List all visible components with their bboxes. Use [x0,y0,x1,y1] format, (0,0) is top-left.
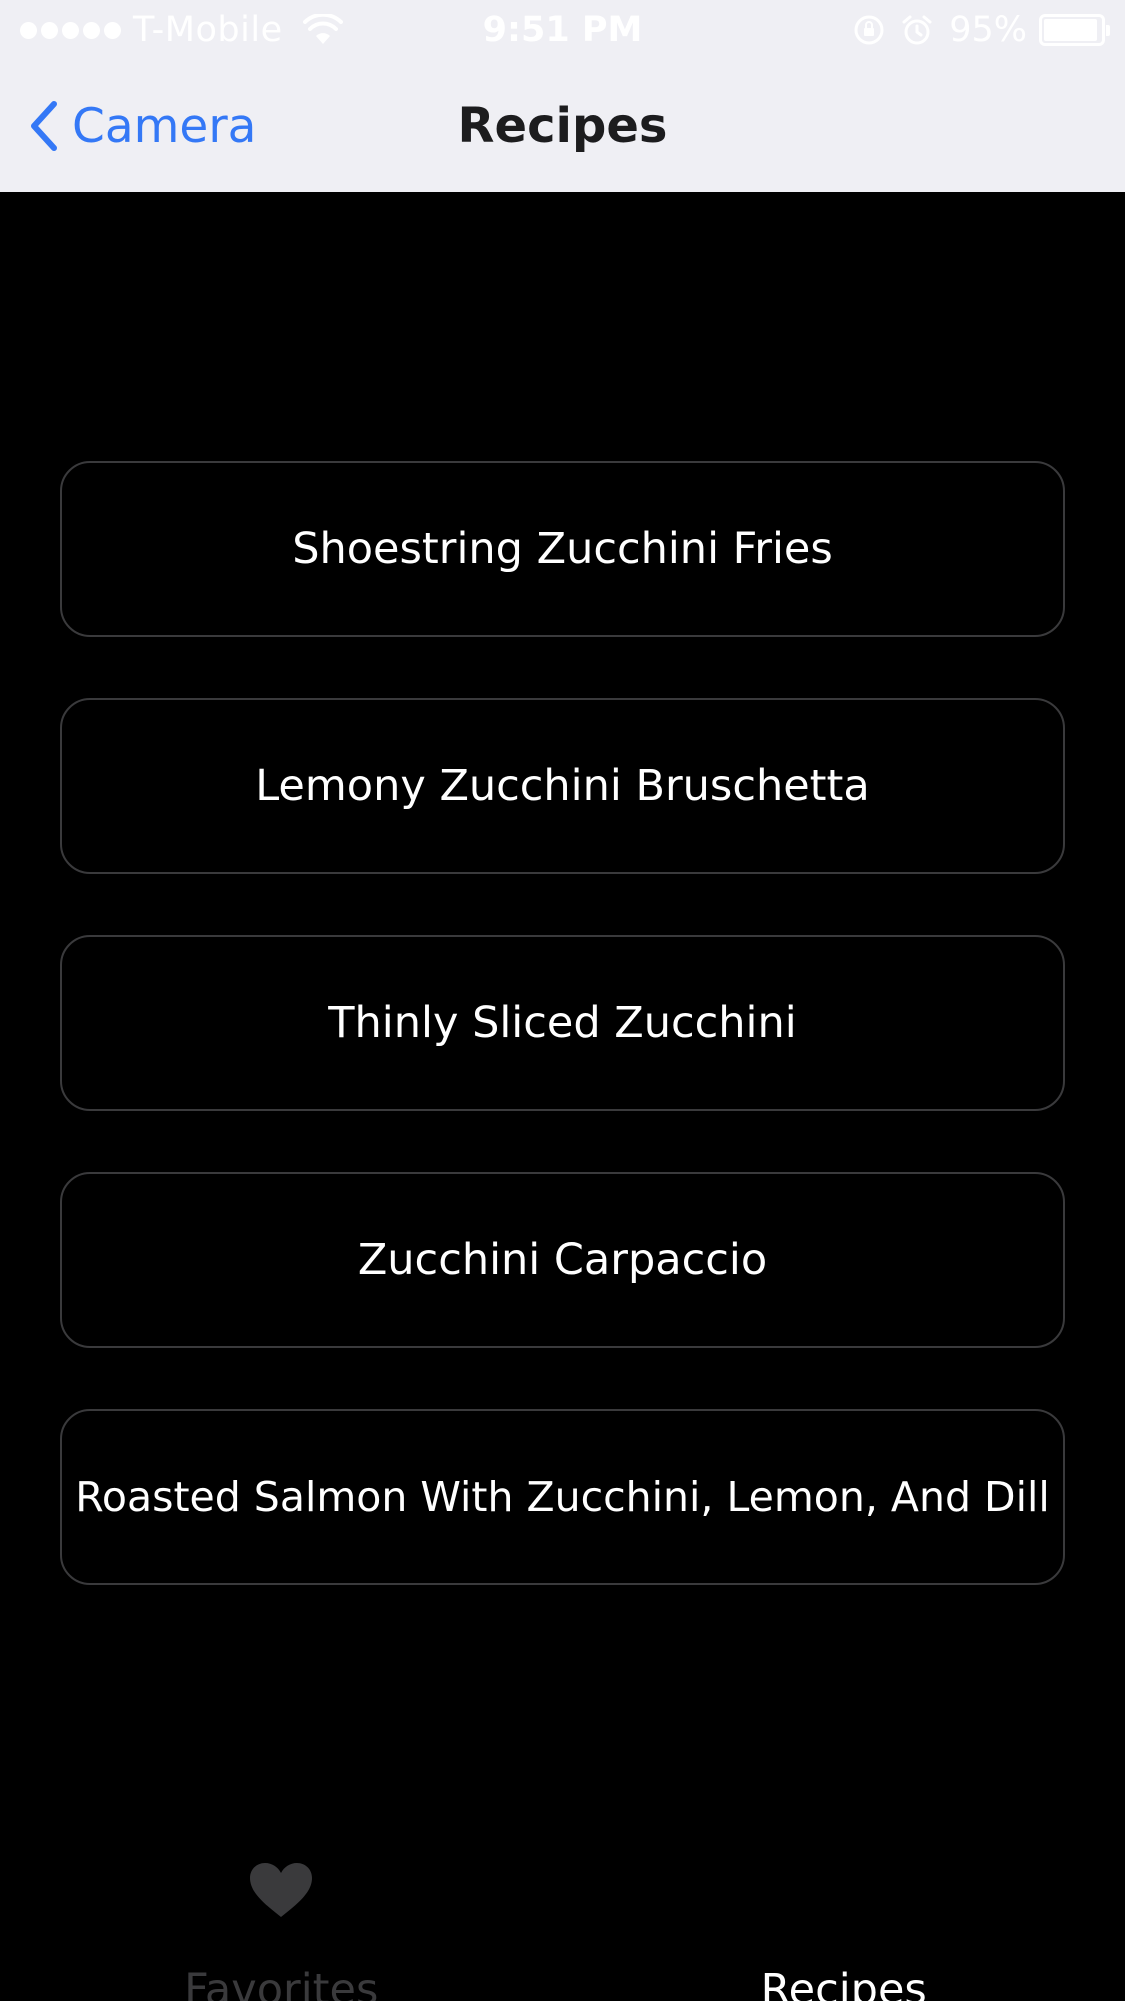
recipe-button[interactable]: Shoestring Zucchini Fries [60,461,1065,637]
battery-fill [1044,19,1098,41]
tab-favorites-label: Favorites [184,1965,379,2001]
navigation-bar: Camera Recipes [0,60,1125,192]
heart-icon [250,1863,313,1917]
recipes-screen: T-Mobile 9:51 PM 95% Camera Recipes Shoe… [0,0,1125,2001]
tab-recipes-label: Recipes [760,1965,927,2001]
tab-favorites[interactable]: Favorites [0,1838,563,2001]
page-title: Recipes [457,98,668,154]
tab-bar: Favorites Recipes [0,1838,1125,2001]
recipe-button[interactable]: Roasted Salmon With Zucchini, Lemon, And… [60,1409,1065,1585]
battery-icon [1039,14,1110,46]
recipe-button[interactable]: Lemony Zucchini Bruschetta [60,698,1065,874]
recipe-list: Shoestring Zucchini Fries Lemony Zucchin… [60,461,1065,1646]
status-bar: T-Mobile 9:51 PM 95% [0,0,1125,60]
status-right: 95% [853,8,1110,52]
rotation-lock-icon [854,15,884,45]
recipe-button[interactable]: Zucchini Carpaccio [60,1172,1065,1348]
alarm-icon [902,15,932,45]
tab-recipes[interactable]: Recipes [563,1838,1125,2001]
recipe-button[interactable]: Thinly Sliced Zucchini [60,935,1065,1111]
battery-percent: 95% [949,10,1027,50]
